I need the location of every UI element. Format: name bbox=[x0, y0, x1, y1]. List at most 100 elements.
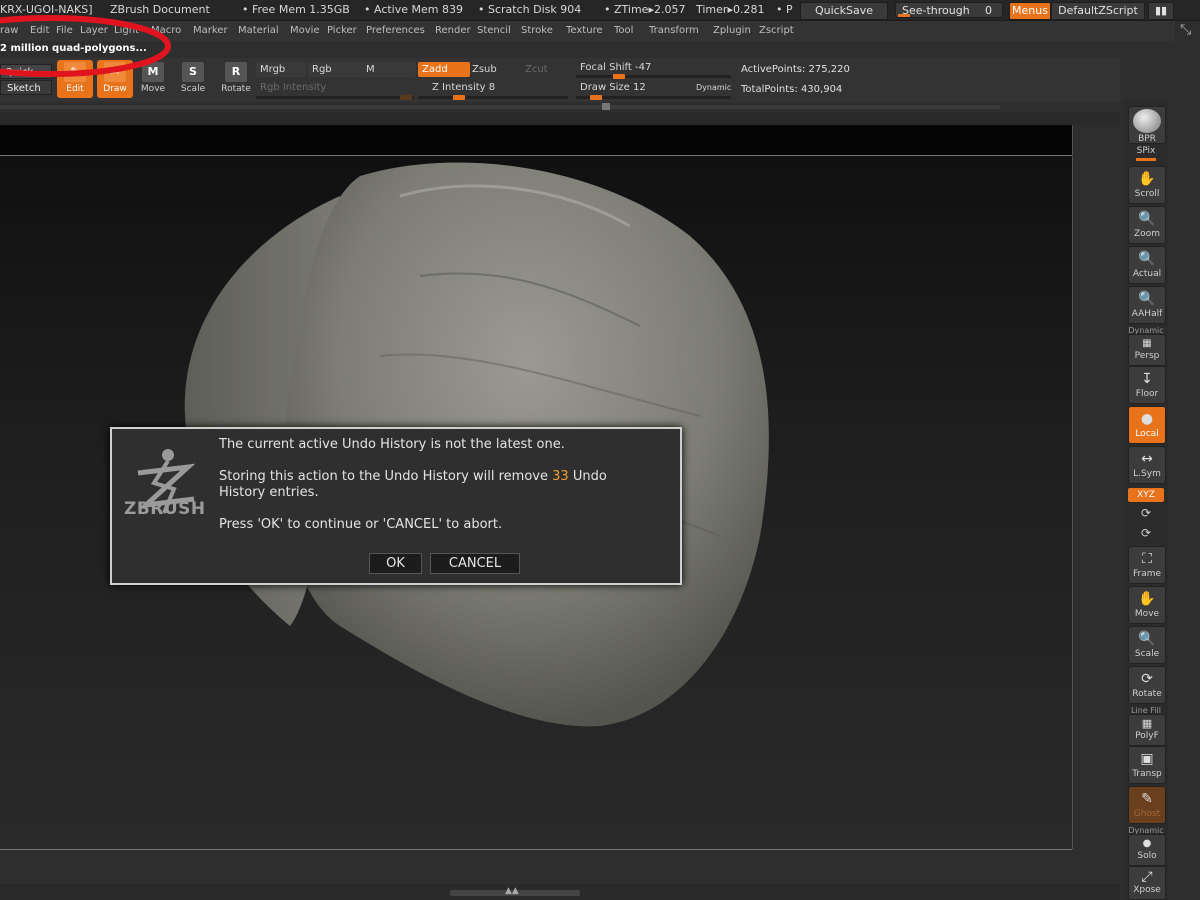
zsub-button[interactable]: Zsub bbox=[468, 62, 522, 77]
menu-item-picker[interactable]: Picker bbox=[327, 25, 357, 36]
menu-item-tool[interactable]: Tool bbox=[614, 25, 633, 36]
ok-button[interactable]: OK bbox=[369, 553, 422, 574]
undo-history-dialog: ZBRUSH The current active Undo History i… bbox=[110, 427, 682, 585]
ghost-label: Ghost bbox=[1133, 809, 1161, 819]
canvas-top-strip bbox=[0, 125, 1073, 155]
menu-item-texture[interactable]: Texture bbox=[566, 25, 603, 36]
dialog-message-line1: The current active Undo History is not t… bbox=[219, 437, 565, 452]
quicksave-button[interactable]: QuickSave bbox=[800, 2, 888, 20]
m-button[interactable]: M bbox=[362, 62, 416, 77]
active-mem: • Active Mem 839 bbox=[364, 3, 463, 16]
z-intensity-knob bbox=[453, 95, 465, 100]
grid-icon: ▦ bbox=[1141, 717, 1153, 730]
menu-item-stencil[interactable]: Stencil bbox=[477, 25, 511, 36]
canvas-edge bbox=[1062, 396, 1072, 426]
actual-label: Actual bbox=[1132, 269, 1162, 279]
menu-item-preferences[interactable]: Preferences bbox=[366, 25, 425, 36]
polyf-button[interactable]: ▦ PolyF bbox=[1128, 714, 1166, 746]
active-points: ActivePoints: 275,220 bbox=[741, 64, 850, 75]
ghost-button[interactable]: ✎ Ghost bbox=[1128, 786, 1166, 824]
dialog-message-line2-suffix: Undo bbox=[572, 469, 607, 484]
scale-view-label: Scale bbox=[1134, 649, 1160, 659]
dialog-message-line3: History entries. bbox=[219, 485, 319, 500]
solo-icon: ● bbox=[1142, 838, 1152, 849]
rgb-intensity-knob bbox=[400, 95, 412, 100]
solo-button[interactable]: ● Solo bbox=[1128, 834, 1166, 866]
toolbar-divider bbox=[0, 103, 1000, 110]
focal-shift-knob bbox=[613, 74, 625, 79]
bpr-button[interactable]: BPR bbox=[1128, 106, 1166, 144]
aahalf-button[interactable]: 🔍 AAHalf bbox=[1128, 286, 1166, 324]
lsym-button[interactable]: ↔ L.Sym bbox=[1128, 446, 1166, 484]
scale-view-button[interactable]: 🔍 Scale bbox=[1128, 626, 1166, 664]
spix-label: SPix bbox=[1136, 146, 1156, 156]
zbrush-logo-text: ZBRUSH bbox=[124, 499, 206, 519]
draw-size-slider[interactable]: Draw Size 12 bbox=[576, 80, 690, 95]
xpose-button[interactable]: ⤢ Xpose bbox=[1128, 866, 1166, 900]
focal-shift-slider[interactable]: Focal Shift -47 bbox=[576, 60, 730, 75]
zadd-button[interactable]: Zadd bbox=[418, 62, 470, 77]
rgb-intensity-slider[interactable]: Rgb Intensity bbox=[256, 80, 416, 95]
rotate-z-icon[interactable]: ⟳ bbox=[1126, 526, 1166, 540]
actual-button[interactable]: 🔍 Actual bbox=[1128, 246, 1166, 284]
lsym-label: L.Sym bbox=[1133, 469, 1161, 479]
floor-icon: ↧ bbox=[1141, 371, 1153, 387]
canvas-header bbox=[0, 112, 1120, 125]
transp-button[interactable]: ▣ Transp bbox=[1128, 746, 1166, 784]
ztime: • ZTime▸2.057 bbox=[604, 3, 686, 16]
rotate-view-button[interactable]: ⟳ Rotate bbox=[1128, 666, 1166, 704]
xyz-button[interactable]: XYZ bbox=[1128, 488, 1164, 502]
local-icon: ● bbox=[1140, 411, 1154, 427]
local-button[interactable]: ● Local bbox=[1128, 406, 1166, 444]
scale-button[interactable]: S Scale bbox=[175, 60, 211, 98]
polyf-label: PolyF bbox=[1135, 731, 1159, 741]
canvas-border-bottom bbox=[0, 849, 1072, 850]
menu-item-stroke[interactable]: Stroke bbox=[521, 25, 553, 36]
see-through-label: See-through bbox=[902, 4, 970, 17]
rotate-icon: R bbox=[225, 62, 247, 82]
rotate-button[interactable]: R Rotate bbox=[218, 60, 254, 98]
hand-icon: ✋ bbox=[1138, 591, 1156, 607]
menu-item-marker[interactable]: Marker bbox=[193, 25, 228, 36]
menu-item-material[interactable]: Material bbox=[238, 25, 279, 36]
scroll-button[interactable]: ✋ Scroll bbox=[1128, 166, 1166, 204]
xpose-icon: ⤢ bbox=[1141, 869, 1153, 885]
menu-item-transform[interactable]: Transform bbox=[649, 25, 699, 36]
floor-label: Floor bbox=[1135, 389, 1159, 399]
pin-icon[interactable]: ⤡ bbox=[1180, 22, 1191, 38]
draw-size-track bbox=[576, 95, 731, 100]
menu-item-movie[interactable]: Movie bbox=[290, 25, 320, 36]
transparency-icon: ▣ bbox=[1140, 751, 1154, 767]
frame-button[interactable]: ⛶ Frame bbox=[1128, 546, 1166, 584]
menu-item-render[interactable]: Render bbox=[435, 25, 471, 36]
zoom-button[interactable]: 🔍 Zoom bbox=[1128, 206, 1166, 244]
see-through-knob bbox=[898, 14, 910, 17]
window-controls-icon[interactable]: ▮▮ bbox=[1148, 2, 1174, 20]
magnifier-icon: 🔍 bbox=[1138, 631, 1156, 647]
tray-toggle-icon[interactable]: ▲▲ bbox=[505, 886, 519, 896]
spix-slider[interactable] bbox=[1136, 158, 1156, 161]
persp-button[interactable]: ▦ Persp bbox=[1128, 334, 1166, 366]
rotate-y-icon[interactable]: ⟳ bbox=[1126, 506, 1166, 520]
menu-item-zscript[interactable]: Zscript bbox=[759, 25, 794, 36]
floor-button[interactable]: ↧ Floor bbox=[1128, 366, 1166, 404]
rotate-label: Rotate bbox=[221, 84, 251, 94]
see-through-slider[interactable]: See-through 0 bbox=[895, 2, 1003, 18]
cancel-button[interactable]: CANCEL bbox=[430, 553, 520, 574]
rgb-button[interactable]: Rgb bbox=[308, 62, 362, 77]
dialog-message-line4: Press 'OK' to continue or 'CANCEL' to ab… bbox=[219, 517, 503, 532]
zcut-button[interactable]: Zcut bbox=[521, 62, 575, 77]
move-view-button[interactable]: ✋ Move bbox=[1128, 586, 1166, 624]
z-intensity-slider[interactable]: Z Intensity 8 bbox=[428, 80, 572, 95]
frame-label: Frame bbox=[1132, 569, 1162, 579]
menu-item-zplugin[interactable]: Zplugin bbox=[713, 25, 751, 36]
frame-icon: ⛶ bbox=[1142, 551, 1152, 567]
divider-handle[interactable] bbox=[602, 103, 610, 110]
default-zscript-button[interactable]: DefaultZScript bbox=[1051, 2, 1145, 20]
dynamic-toggle[interactable]: Dynamic bbox=[692, 80, 740, 95]
mrgb-button[interactable]: Mrgb bbox=[256, 62, 306, 77]
scroll-label: Scroll bbox=[1134, 189, 1160, 199]
menus-button[interactable]: Menus bbox=[1009, 2, 1051, 20]
grid-icon: ▦ bbox=[1142, 338, 1152, 349]
bpr-sphere-icon bbox=[1133, 109, 1161, 133]
